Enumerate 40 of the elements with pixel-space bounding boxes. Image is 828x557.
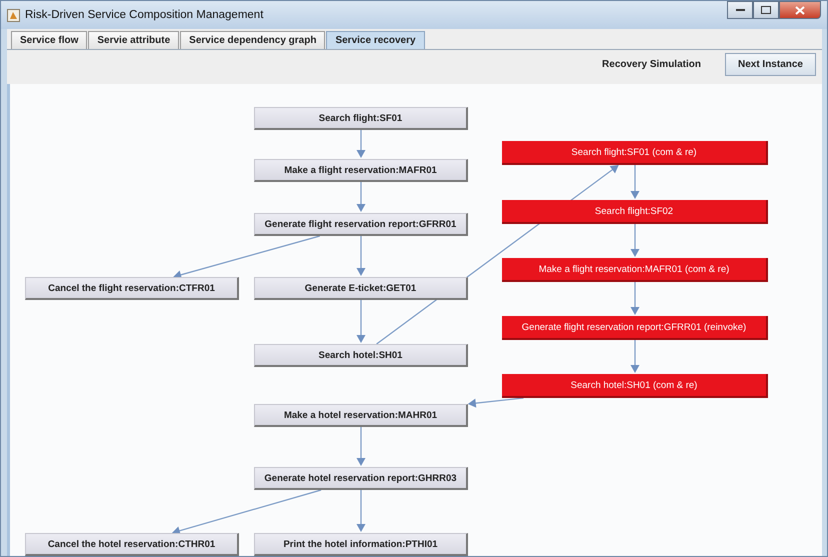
toolbar-label: Recovery Simulation: [602, 58, 701, 70]
service-node: Cancel the hotel reservation:CTHR01: [25, 533, 239, 556]
minimize-button[interactable]: [727, 1, 753, 19]
tab[interactable]: Service flow: [11, 31, 88, 49]
connector-arrow: [630, 224, 640, 257]
recovery-node: Search hotel:SH01 (com & re): [502, 374, 768, 398]
service-node: Search flight:SF01: [254, 107, 468, 130]
recovery-node: Make a flight reservation:MAFR01 (com & re): [502, 258, 768, 282]
connector-arrow: [630, 165, 640, 199]
connector-arrow: [468, 397, 524, 408]
connector-arrow: [630, 340, 640, 373]
service-node: Generate flight reservation report:GFRR01: [254, 213, 468, 236]
service-node: Print the hotel information:PTHI01: [254, 533, 468, 556]
connector-arrow: [356, 236, 366, 276]
tab[interactable]: Servie attribute: [88, 31, 180, 49]
tab[interactable]: Service recovery: [326, 31, 425, 49]
connector-arrow: [630, 282, 640, 315]
connector-arrow: [356, 490, 366, 532]
maximize-button[interactable]: [753, 1, 779, 19]
service-node: Make a flight reservation:MAFR01: [254, 159, 468, 182]
minimize-icon: [736, 8, 744, 12]
connector-arrow: [356, 427, 366, 466]
window-title: Risk-Driven Service Composition Management: [25, 9, 264, 21]
service-node: Generate hotel reservation report:GHRR03: [254, 467, 468, 490]
close-icon: [795, 6, 805, 14]
service-node: Search hotel:SH01: [254, 344, 468, 367]
app-icon: [7, 8, 20, 22]
maximize-icon: [761, 6, 771, 14]
close-button[interactable]: [779, 1, 821, 19]
next-instance-button[interactable]: Next Instance: [724, 52, 816, 76]
recovery-node: Generate flight reservation report:GFRR01 (reinvoke): [502, 316, 768, 340]
connector-arrow: [356, 182, 366, 212]
service-node: Cancel the flight reservation:CTFR01: [25, 277, 239, 300]
service-node: Generate E-ticket:GET01: [254, 277, 468, 300]
recovery-node: Search flight:SF01 (com & re): [502, 141, 768, 165]
recovery-node: Search flight:SF02: [502, 200, 768, 224]
connector-arrow: [356, 300, 366, 343]
service-node: Make a hotel reservation:MAHR01: [254, 404, 468, 427]
connector-arrow: [356, 130, 366, 158]
tab[interactable]: Service dependency graph: [180, 31, 326, 49]
